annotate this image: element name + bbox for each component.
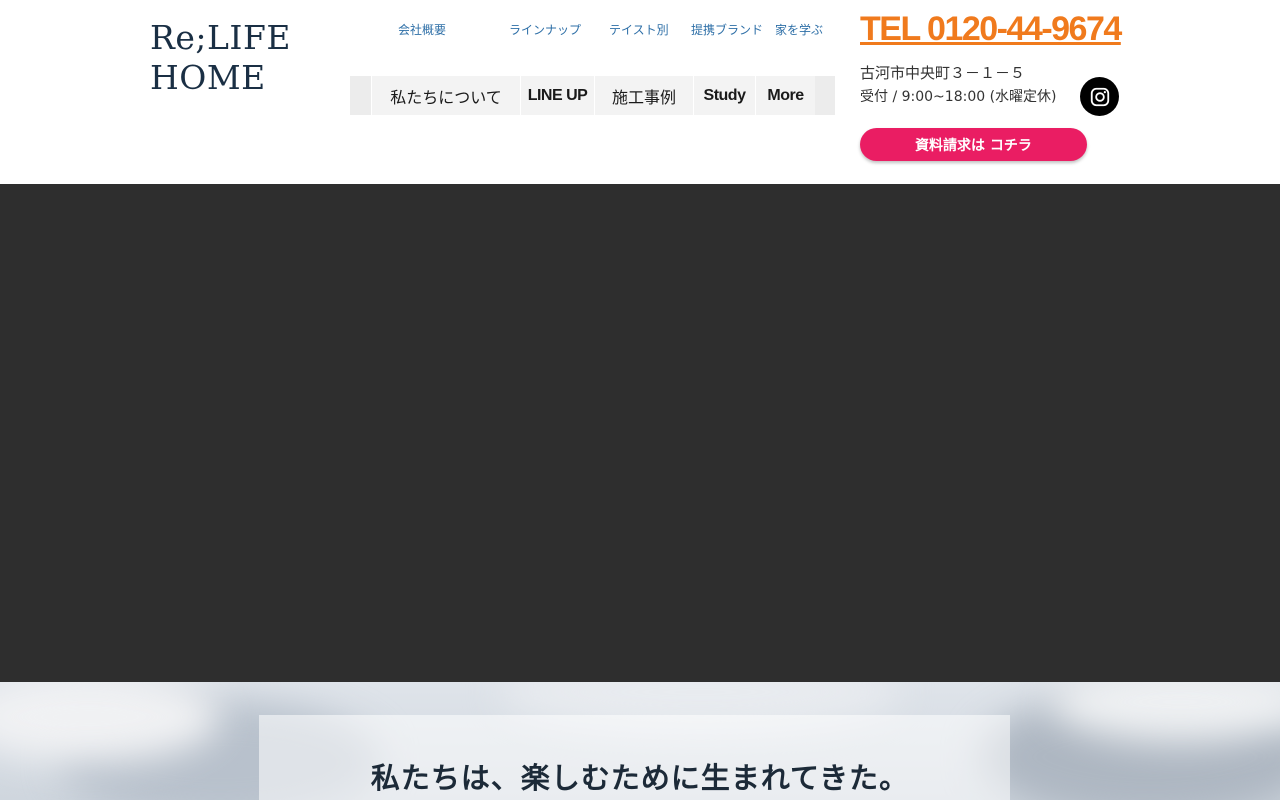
instagram-icon xyxy=(1090,87,1109,106)
nav-item-more[interactable]: More xyxy=(755,76,815,115)
tagline-heading: 私たちは、楽しむために生まれてきた。 xyxy=(370,761,910,795)
nav-item-study[interactable]: Study xyxy=(693,76,755,115)
top-link-learn[interactable]: 家を学ぶ xyxy=(775,21,823,38)
logo-line-2: HOME xyxy=(150,58,266,97)
tel-link[interactable]: TEL 0120-44-9674 xyxy=(860,10,1122,49)
hero-slideshow xyxy=(0,184,1280,682)
nav-item-lineup[interactable]: LINE UP xyxy=(520,76,594,115)
request-materials-button[interactable]: 資料請求は コチラ xyxy=(860,128,1087,161)
top-link-taste[interactable]: テイスト別 xyxy=(609,21,669,38)
top-link-brands[interactable]: 提携ブランド xyxy=(691,21,763,38)
logo-line-1: Re;LIFE xyxy=(150,18,291,57)
site-logo[interactable]: Re;LIFE HOME xyxy=(150,18,310,98)
business-hours-text: 受付 / 9:00~18:00 (水曜定休) xyxy=(860,89,1057,105)
nav-spacer xyxy=(350,76,371,115)
top-link-lineup[interactable]: ラインナップ xyxy=(509,21,581,38)
address-text: 古河市中央町３－１－５ xyxy=(860,64,1026,82)
instagram-button[interactable] xyxy=(1080,77,1119,116)
site-header: Re;LIFE HOME 会社概要 ラインナップ テイスト別 提携ブランド 家を… xyxy=(0,0,1280,184)
nav-item-works[interactable]: 施工事例 xyxy=(594,76,693,115)
intro-section: 私たちは、楽しむために生まれてきた。 xyxy=(0,682,1280,800)
top-link-company[interactable]: 会社概要 xyxy=(398,21,446,38)
main-nav: 私たちについて LINE UP 施工事例 Study More xyxy=(350,76,835,115)
nav-item-about[interactable]: 私たちについて xyxy=(371,76,520,115)
